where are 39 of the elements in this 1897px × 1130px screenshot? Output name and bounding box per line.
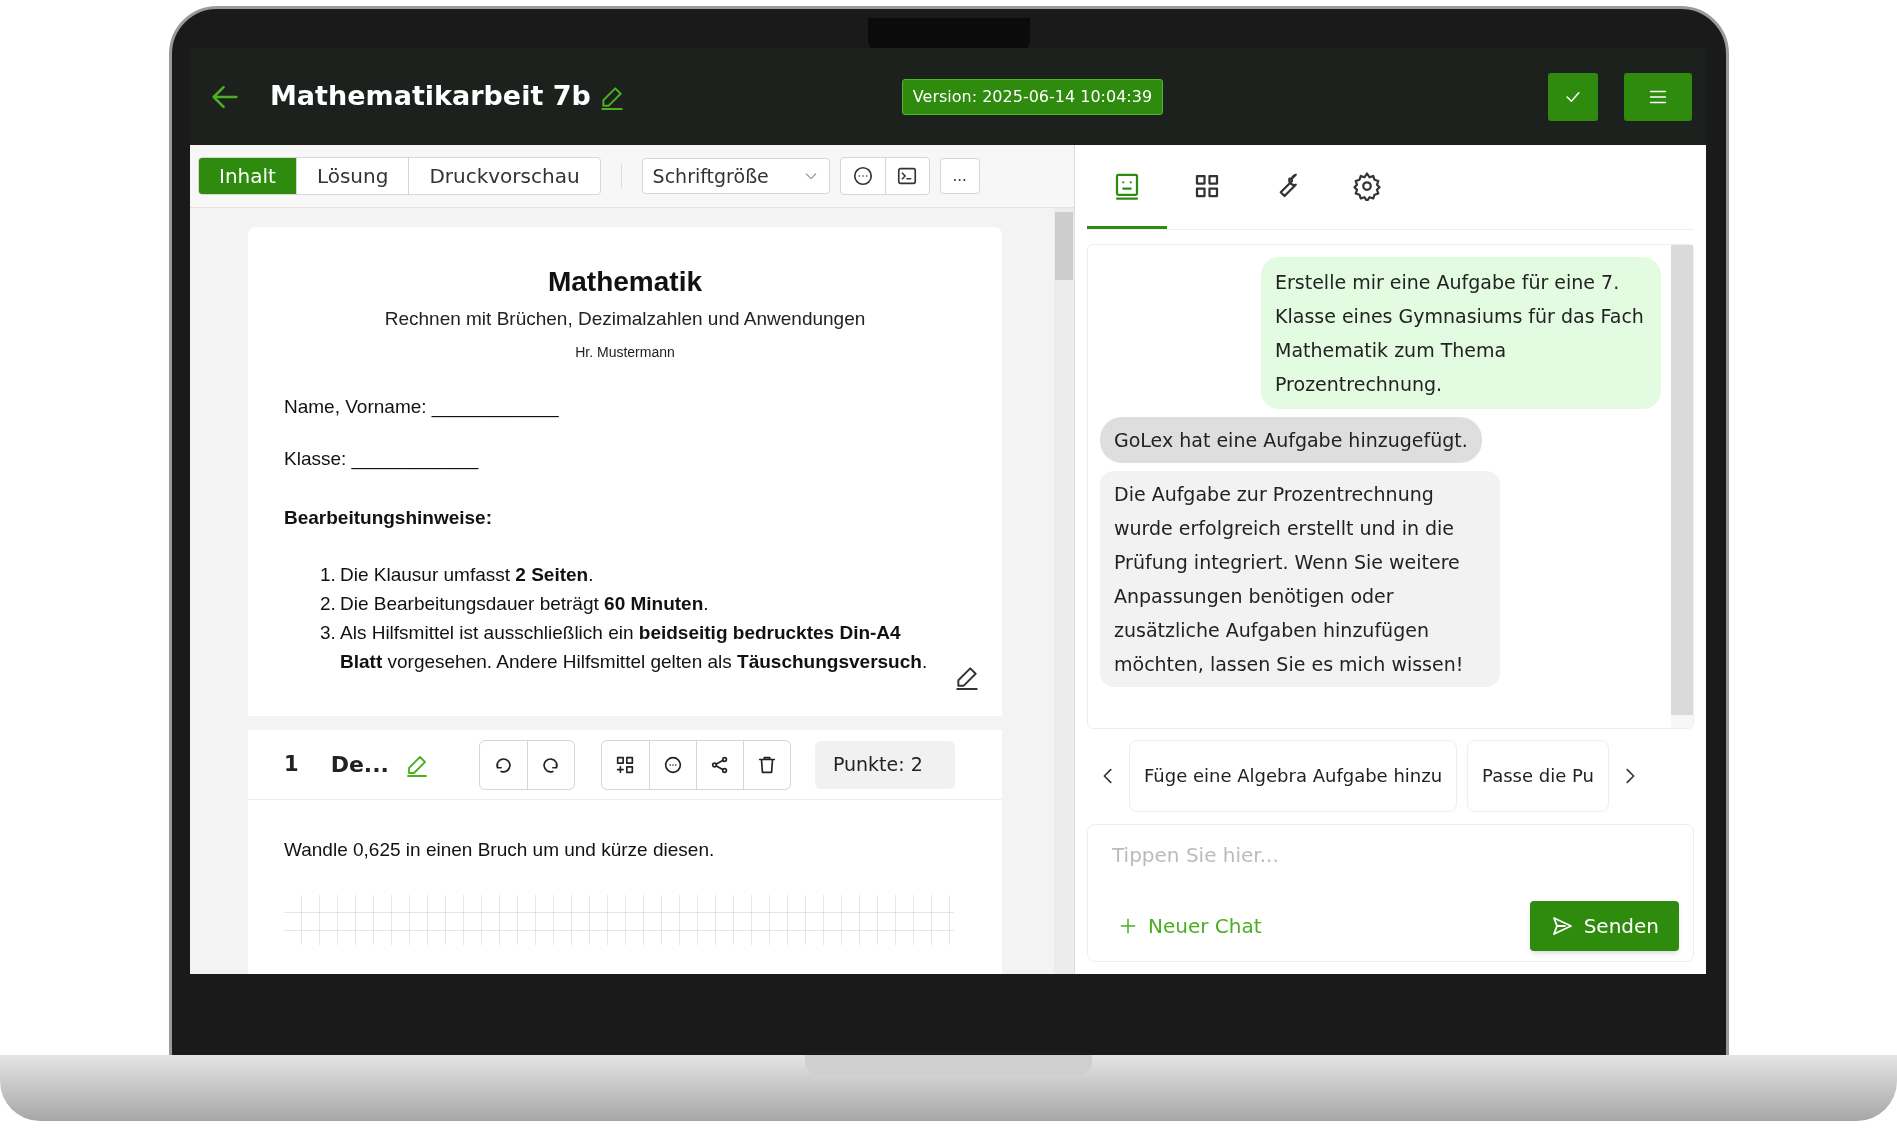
instructions-heading: Bearbeitungshinweise: (284, 505, 493, 530)
settings-icon (1352, 170, 1382, 201)
view-tab[interactable]: Lösung (295, 158, 409, 194)
font-size-select[interactable]: Schriftgröße (641, 158, 830, 194)
pencil-icon[interactable] (954, 664, 980, 690)
exam-subtitle: Rechnen mit Brüchen, Dezimalzahlen und Anwendungen (383, 307, 867, 331)
version-badge: Version: 2025-06-14 10:04:39 (901, 78, 1164, 115)
list-number: 1. (320, 563, 337, 587)
task-prompt: Wandle 0,625 in einen Bruch um und kürze diesen. (283, 838, 716, 862)
suggestion-chip[interactable]: Füge eine Algebra Aufgabe hinzu (1129, 739, 1458, 812)
menu-button[interactable] (1624, 72, 1692, 121)
list-number: 2. (320, 592, 337, 616)
message-input[interactable]: Tippen Sie hier... (1102, 837, 1679, 873)
event-message: GoLex hat eine Aufgabe hinzugefügt. (1100, 417, 1482, 463)
list-number: 3. (320, 621, 337, 645)
plus-icon (1118, 916, 1138, 936)
speech-bubble-icon (851, 165, 874, 187)
user-message: Erstelle mir eine Aufgabe für eine 7. Klasse eines Gymnasiums für das Fach Mathematik zum Thema Prozentrechnung. (1261, 257, 1661, 409)
confirm-button[interactable] (1548, 72, 1598, 121)
points-field[interactable]: Punkte: 2 (814, 740, 955, 789)
instruction-text: Als Hilfsmittel ist ausschließlich ein beidseitig bedrucktes Din-A4 Blatt vorgesehen. Andere Hilfsmittel gelten als Täuschungsversuch. (340, 621, 929, 674)
form-field-label: Klasse: ____________ (284, 447, 480, 472)
send-button[interactable]: Senden (1529, 901, 1679, 951)
more-button[interactable]: ... (939, 158, 980, 194)
terminal-icon (896, 165, 919, 187)
exam-title: Mathematik (546, 265, 703, 299)
task-number: 1 (284, 750, 299, 778)
document-title: Mathematikarbeit 7b (270, 79, 591, 114)
instruction-text: Die Bearbeitungsdauer beträgt 60 Minuten. (340, 592, 709, 616)
view-tab[interactable]: Druckvorschau (408, 158, 600, 194)
task-title: De... (330, 751, 389, 779)
view-tab[interactable]: Inhalt (199, 158, 296, 194)
teacher-name: Hr. Mustermann (574, 342, 676, 362)
scrollbar-thumb[interactable] (1671, 245, 1693, 715)
instruction-text: Die Klausur umfasst 2 Seiten. (340, 563, 594, 587)
scrollbar-thumb[interactable] (1055, 212, 1073, 280)
suggestion-chip[interactable]: Passe die Pu (1467, 739, 1609, 812)
assistant-message: Die Aufgabe zur Prozentrechnung wurde erfolgreich erstellt und in die Prüfung integriert. Wenn Sie weitere Anpassungen benötigen oder zusätzliche Aufgaben hinzufügen möchten, lassen Sie es mich wissen! (1100, 471, 1500, 687)
form-field-label: Name, Vorname: ____________ (284, 394, 560, 420)
